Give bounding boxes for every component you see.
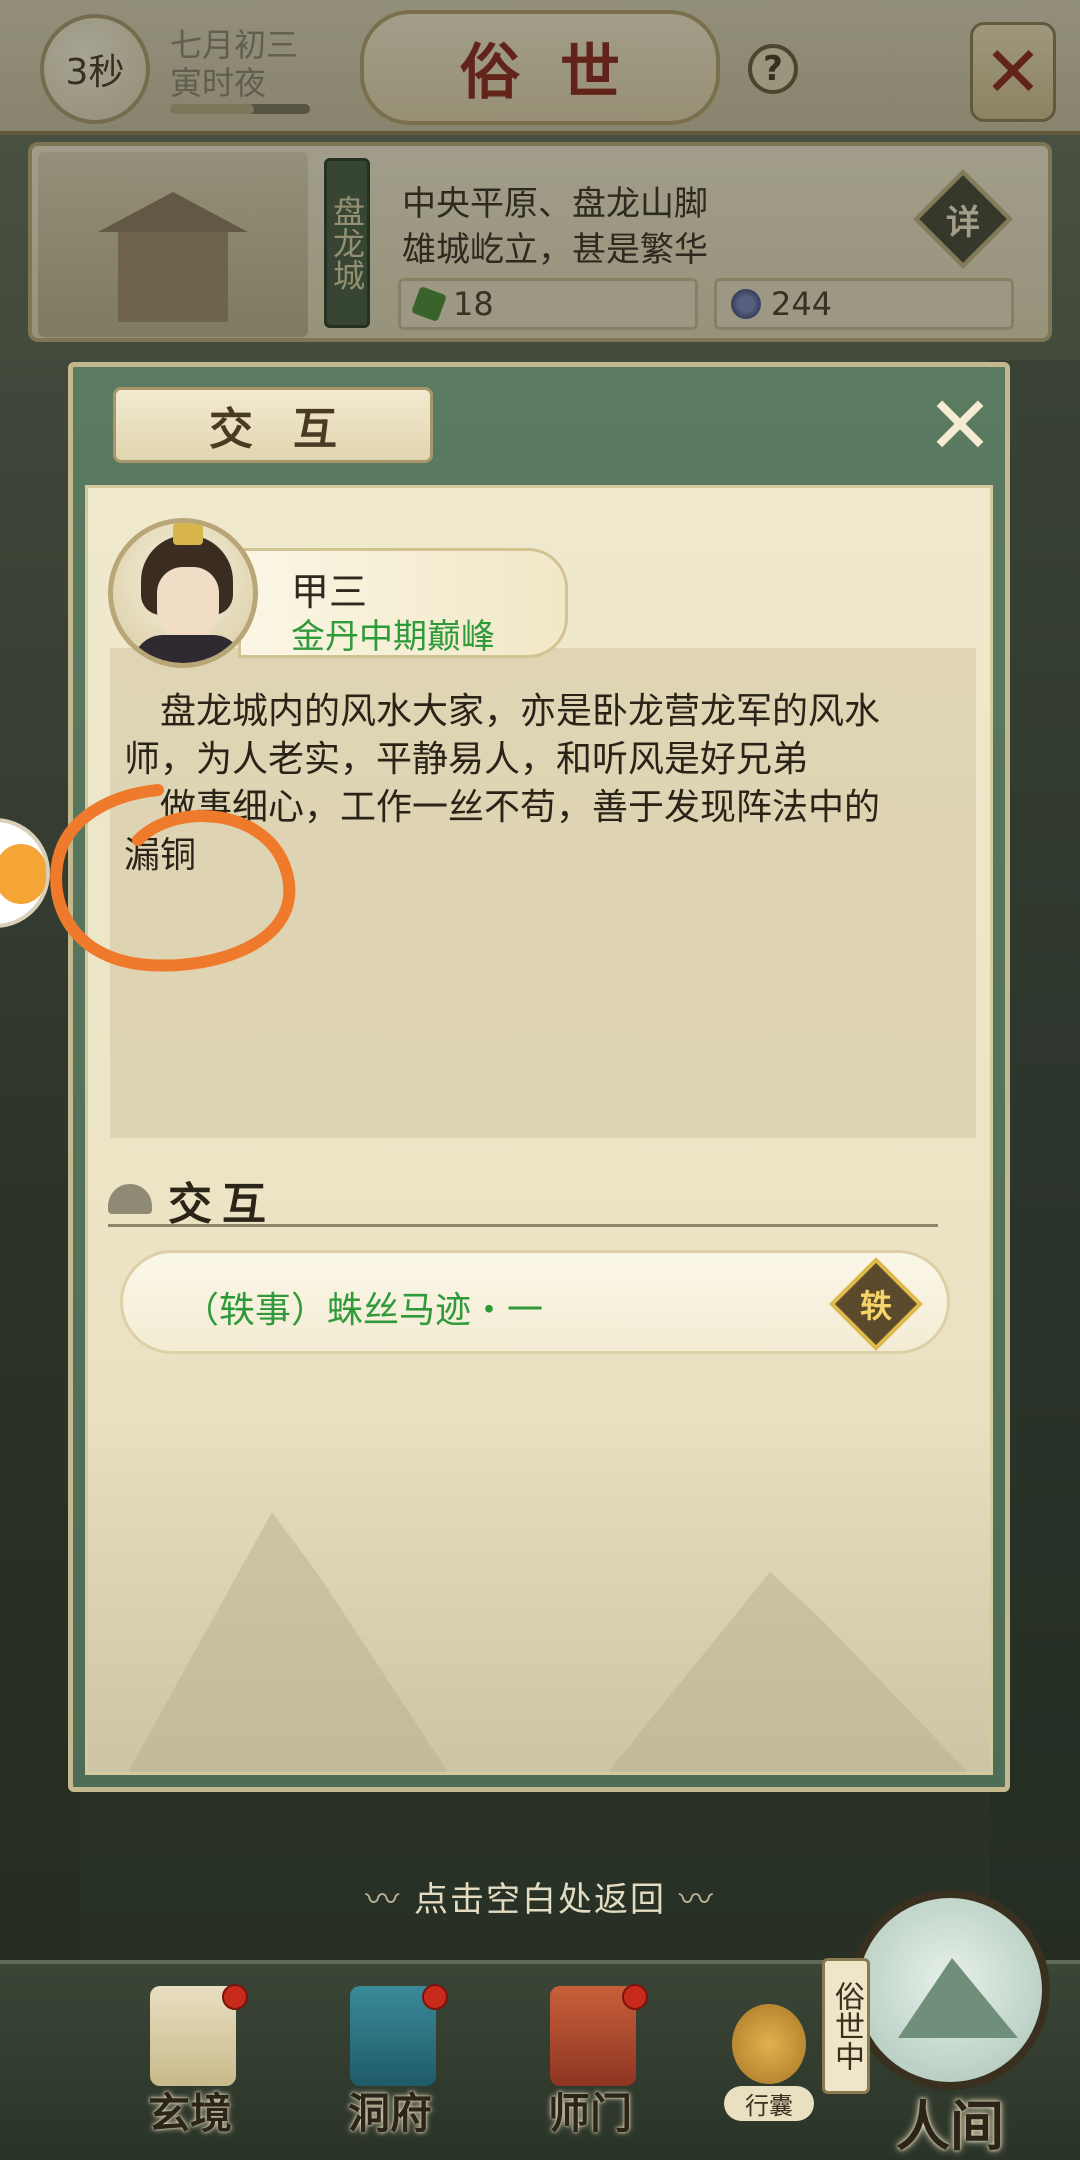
character-name: 甲三	[291, 570, 368, 614]
mountain-icon	[898, 1958, 1018, 2038]
nav-item-shimen[interactable]: 师门	[510, 1964, 670, 2160]
dialog-title: 交互	[209, 404, 377, 455]
avatar-crown	[173, 523, 203, 545]
close-icon: ✕	[926, 379, 994, 472]
nav-label: 师门	[547, 2089, 632, 2138]
section-divider	[108, 1224, 938, 1227]
anecdote-badge-label: 轶	[859, 1287, 892, 1325]
world-tag: 俗世中	[822, 1958, 870, 2094]
description-line: 盘龙城内的风水大家，亦是卧龙营龙军的风水	[160, 691, 881, 732]
avatar-face	[157, 567, 219, 641]
interaction-dialog: 交互 ✕ 盘龙城内的风水大家，亦是卧龙营龙军的风水 师，为人老实，平静易人，和听…	[68, 362, 1010, 1792]
notification-dot	[622, 1984, 648, 2010]
dialog-body: 盘龙城内的风水大家，亦是卧龙营龙军的风水 师，为人老实，平静易人，和听风是好兄弟…	[85, 485, 993, 1775]
world-label: 人间	[896, 2094, 1004, 2158]
bag-label: 行囊	[724, 2086, 814, 2121]
world-button[interactable]	[850, 1890, 1050, 2090]
mountain-peak	[608, 1572, 968, 1772]
nav-label: 洞府	[347, 2089, 432, 2138]
event-list-item[interactable]: （轶事）蛛丝马迹・一 轶	[120, 1250, 950, 1354]
description-line: 漏铜	[124, 835, 197, 876]
description-line: 师，为人老实，平静易人，和听风是好兄弟	[124, 739, 809, 780]
bottom-navigation: 玄境 洞府 师门 行囊 俗世中 人间	[0, 1890, 1080, 2160]
hat-icon	[108, 1184, 152, 1214]
character-name-plate: 甲三 金丹中期巅峰	[238, 548, 568, 658]
anecdote-badge: 轶	[829, 1257, 923, 1351]
nav-item-xuanjing[interactable]: 玄境	[110, 1964, 270, 2160]
dice-icon	[0, 844, 46, 904]
nav-item-dongfu[interactable]: 洞府	[310, 1964, 470, 2160]
section-title: 交互	[168, 1179, 276, 1230]
bag-button[interactable]: 行囊	[724, 1994, 814, 2144]
mountain-peak	[128, 1512, 448, 1772]
character-rank: 金丹中期巅峰	[291, 617, 495, 657]
right-flourish-icon: 〰	[666, 1880, 715, 1920]
notification-dot	[422, 1984, 448, 2010]
character-avatar[interactable]	[108, 518, 258, 668]
notification-dot	[222, 1984, 248, 2010]
close-button[interactable]: ✕	[925, 386, 995, 466]
interaction-section-header: 交互	[108, 1168, 938, 1230]
nav-label: 玄境	[147, 2089, 232, 2138]
return-hint-text: 点击空白处返回	[414, 1880, 666, 1920]
event-label: （轶事）蛛丝马迹・一	[183, 1290, 544, 1331]
description-box: 盘龙城内的风水大家，亦是卧龙营龙军的风水 师，为人老实，平静易人，和听风是好兄弟…	[110, 648, 976, 1138]
bag-icon	[732, 2004, 806, 2084]
mountain-backdrop	[88, 1412, 990, 1772]
character-description: 盘龙城内的风水大家，亦是卧龙营龙军的风水 师，为人老实，平静易人，和听风是好兄弟…	[124, 688, 964, 880]
left-flourish-icon: 〰	[365, 1880, 414, 1920]
dialog-title-plaque: 交互	[113, 387, 433, 463]
description-line: 做事细心，工作一丝不苟，善于发现阵法中的	[160, 787, 881, 828]
